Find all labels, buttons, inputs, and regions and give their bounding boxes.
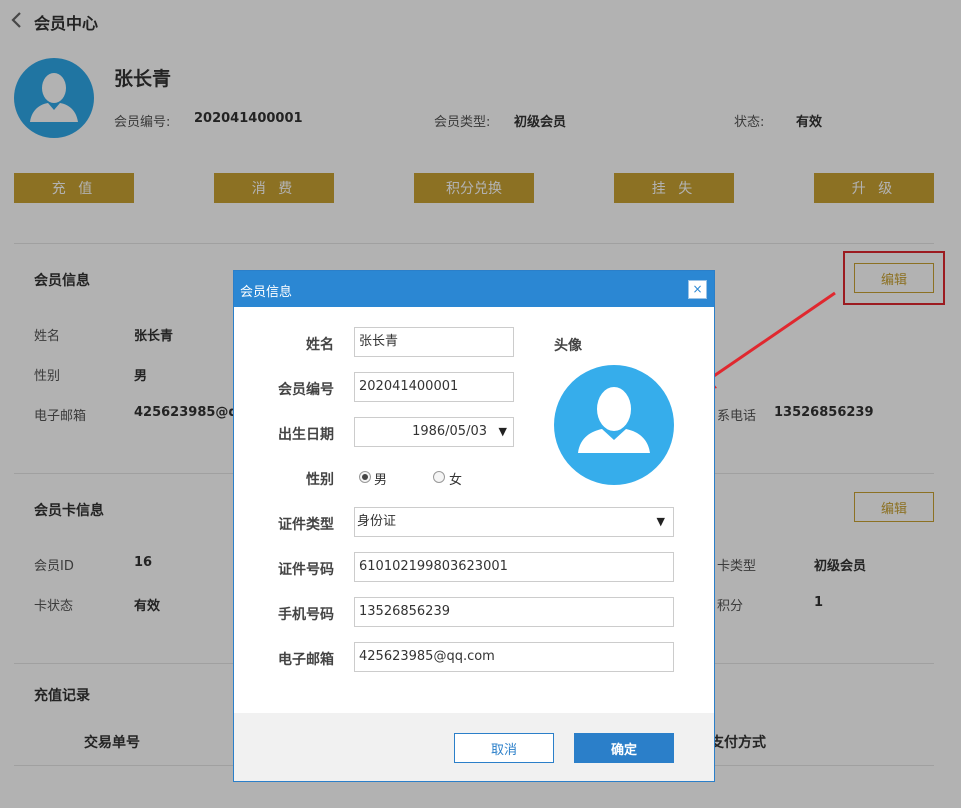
birth-date-value: 1986/05/03 bbox=[412, 424, 487, 439]
member-number-input[interactable]: 202041400001 bbox=[354, 372, 514, 402]
email-input[interactable]: 425623985@qq.com bbox=[354, 642, 674, 672]
dialog-gender-label: 性别 bbox=[306, 472, 334, 488]
dialog-id-type-label: 证件类型 bbox=[278, 517, 334, 533]
id-type-value: 身份证 bbox=[357, 514, 397, 529]
confirm-button[interactable]: 确定 bbox=[574, 733, 674, 763]
gender-female-label: 女 bbox=[449, 473, 463, 488]
close-icon[interactable]: × bbox=[688, 280, 707, 299]
id-type-select[interactable]: 身份证 ▼ bbox=[354, 507, 674, 537]
dialog-number-label: 会员编号 bbox=[278, 382, 334, 398]
dialog-name-label: 姓名 bbox=[306, 337, 334, 353]
dialog-id-number-label: 证件号码 bbox=[278, 562, 334, 578]
id-number-input[interactable]: 610102199803623001 bbox=[354, 552, 674, 582]
dialog-footer: 取消 确定 bbox=[234, 713, 714, 781]
avatar-label: 头像 bbox=[554, 338, 582, 354]
dialog-header: 会员信息 × bbox=[234, 271, 714, 307]
gender-male-radio[interactable] bbox=[359, 471, 371, 483]
dialog-birth-label: 出生日期 bbox=[278, 427, 334, 443]
phone-input[interactable]: 13526856239 bbox=[354, 597, 674, 627]
gender-female-radio[interactable] bbox=[433, 471, 445, 483]
member-info-dialog: 会员信息 × 姓名 张长青 会员编号 202041400001 出生日期 198… bbox=[233, 270, 715, 782]
dropdown-caret-icon: ▼ bbox=[498, 425, 507, 438]
dialog-phone-label: 手机号码 bbox=[278, 607, 334, 623]
dropdown-caret-icon: ▼ bbox=[656, 515, 665, 528]
dialog-email-label: 电子邮箱 bbox=[278, 652, 334, 668]
cancel-button[interactable]: 取消 bbox=[454, 733, 554, 763]
gender-male-label: 男 bbox=[374, 473, 388, 488]
birth-date-picker[interactable]: 1986/05/03 ▼ bbox=[354, 417, 514, 447]
avatar-upload[interactable] bbox=[554, 365, 674, 485]
user-silhouette-icon bbox=[578, 387, 650, 453]
name-input[interactable]: 张长青 bbox=[354, 327, 514, 357]
dialog-title: 会员信息 bbox=[240, 285, 293, 300]
